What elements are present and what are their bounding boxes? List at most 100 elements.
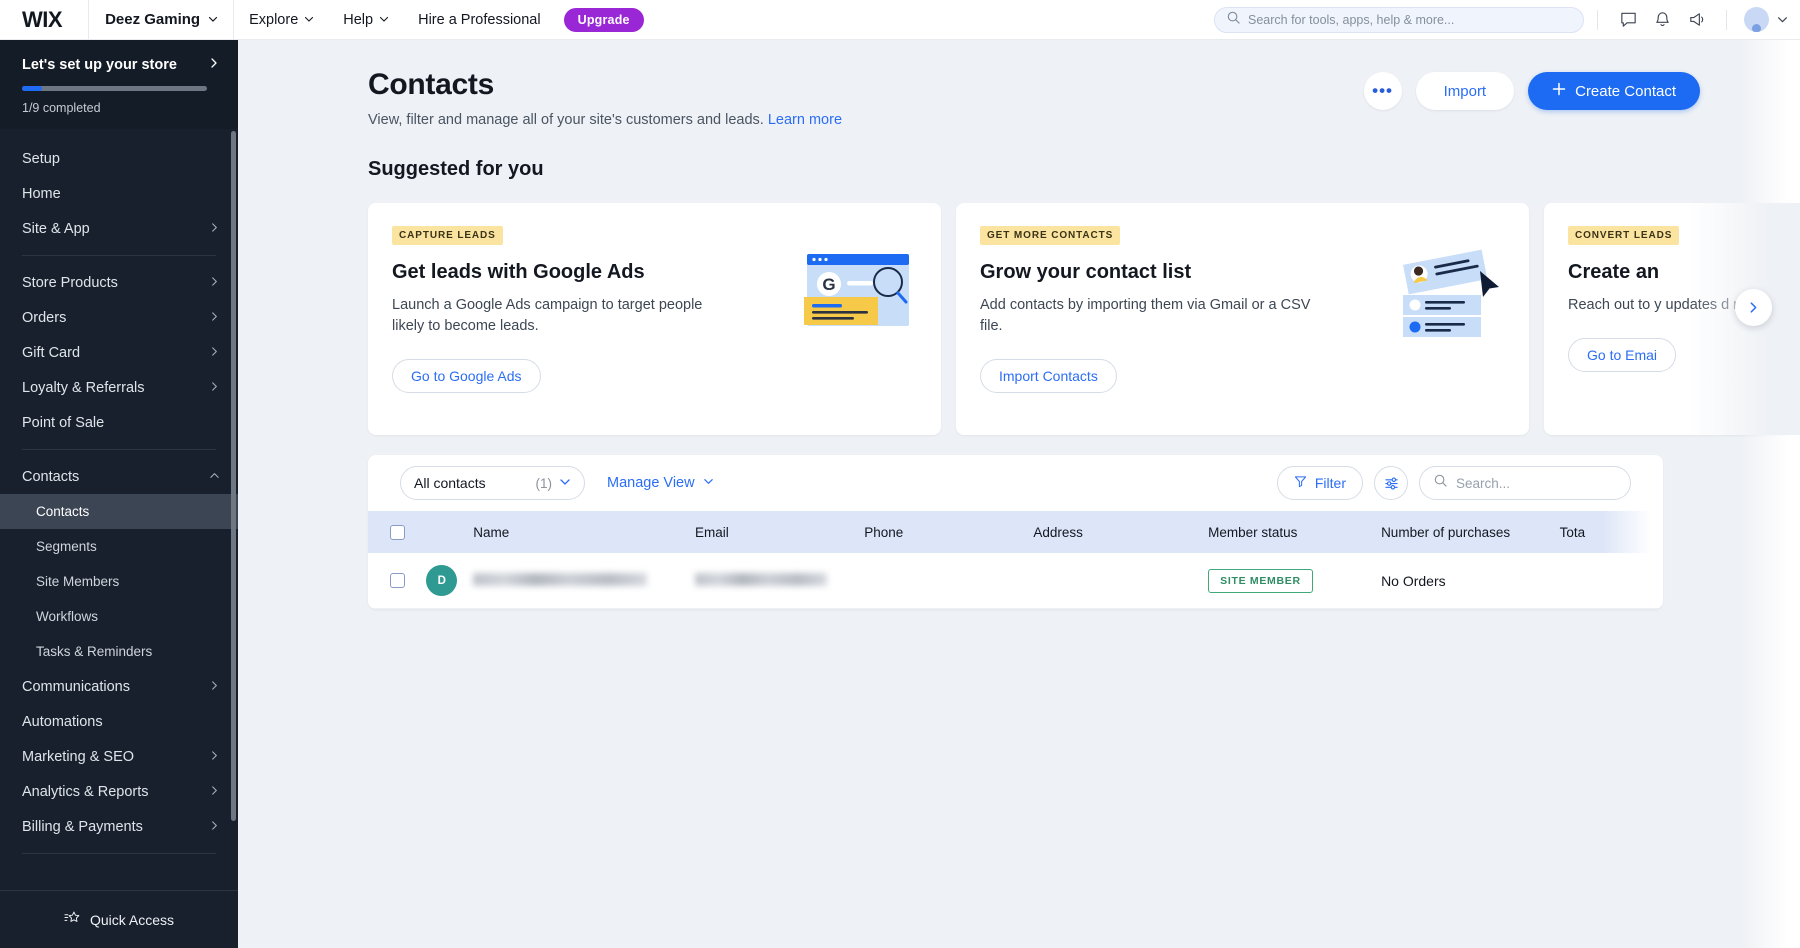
setup-progress-bar [22,86,207,91]
filter-button[interactable]: Filter [1277,466,1363,500]
carousel-next-button[interactable] [1735,289,1772,326]
chevron-down-icon [304,14,313,23]
column-header-phone[interactable]: Phone [864,525,1033,540]
go-to-google-ads-button[interactable]: Go to Google Ads [392,359,541,393]
quick-access-label: Quick Access [90,912,174,928]
sidebar-item-label: Gift Card [22,345,80,361]
chat-icon[interactable] [1611,3,1645,37]
bell-icon[interactable] [1645,3,1679,37]
nav-hire-professional-label: Hire a Professional [418,12,541,28]
sidebar-item-label: Workflows [36,609,98,624]
chevron-down-icon [559,475,571,491]
chevron-up-icon [209,469,220,485]
column-header-number-of-purchases[interactable]: Number of purchases [1381,525,1560,540]
nav-help[interactable]: Help [328,0,403,40]
view-selector-count: (1) [536,476,553,491]
import-contacts-button[interactable]: Import Contacts [980,359,1117,393]
page-title: Contacts [368,68,842,102]
sidebar-item-setup[interactable]: Setup [0,141,238,176]
divider [22,449,216,450]
sidebar-item-communications[interactable]: Communications [0,669,238,704]
sidebar-item-marketing-seo[interactable]: Marketing & SEO [0,739,238,774]
table-toolbar: All contacts (1) Manage View Filter [368,455,1663,511]
sidebar-item-tasks-reminders[interactable]: Tasks & Reminders [0,634,238,669]
wix-logo[interactable]: WIX [0,7,88,33]
chevron-right-icon [209,221,220,237]
sidebar-item-label: Site Members [36,574,119,589]
learn-more-link[interactable]: Learn more [768,112,842,128]
sidebar-item-loyalty-referrals[interactable]: Loyalty & Referrals [0,370,238,405]
chevron-right-icon [209,345,220,361]
suggestion-card-grow-contacts[interactable]: GET MORE CONTACTS Grow your contact list… [956,203,1529,435]
sidebar-item-label: Automations [22,714,103,730]
sidebar-item-site-members[interactable]: Site Members [0,564,238,599]
site-name: Deez Gaming [105,11,200,28]
sidebar-item-orders[interactable]: Orders [0,300,238,335]
sidebar-item-analytics-reports[interactable]: Analytics & Reports [0,774,238,809]
sidebar-item-contacts-contacts[interactable]: Contacts [0,494,238,529]
table-search-input[interactable] [1456,476,1616,491]
avatar[interactable] [1744,7,1769,32]
upgrade-button[interactable]: Upgrade [564,8,644,32]
search-icon [1227,11,1240,29]
sliders-icon[interactable] [1374,466,1408,500]
redacted-email [695,573,827,586]
nav-explore[interactable]: Explore [234,0,328,40]
card-description: Add contacts by importing them via Gmail… [980,295,1320,337]
column-header-email[interactable]: Email [695,525,864,540]
page-header-actions: ••• Import Create Contact [1364,68,1800,110]
top-bar: WIX Deez Gaming Explore Help Hire a Prof… [0,0,1800,40]
sidebar-item-site-app[interactable]: Site & App [0,211,238,246]
chevron-down-icon[interactable] [1777,14,1786,23]
view-selector[interactable]: All contacts (1) [400,466,585,500]
global-search[interactable] [1214,7,1584,33]
sidebar-item-workflows[interactable]: Workflows [0,599,238,634]
sidebar-item-billing-payments[interactable]: Billing & Payments [0,809,238,844]
column-header-address[interactable]: Address [1033,525,1208,540]
column-header-member-status[interactable]: Member status [1208,525,1381,540]
sidebar-item-gift-card[interactable]: Gift Card [0,335,238,370]
sidebar-item-label: Contacts [22,469,79,485]
global-search-input[interactable] [1248,13,1571,27]
chevron-right-icon[interactable] [208,56,220,74]
setup-panel[interactable]: Let's set up your store 1/9 completed [0,40,238,129]
manage-view-label: Manage View [607,475,695,491]
cell-name [473,573,695,589]
column-header-name[interactable]: Name [473,525,695,540]
setup-title: Let's set up your store [22,57,177,73]
sidebar-item-store-products[interactable]: Store Products [0,265,238,300]
google-ads-illustration: G [802,249,917,349]
select-all-checkbox[interactable] [368,525,426,540]
suggestion-card-google-ads[interactable]: CAPTURE LEADS Get leads with Google Ads … [368,203,941,435]
sidebar-item-label: Home [22,186,61,202]
quick-access-button[interactable]: Quick Access [0,890,238,948]
main-content: Contacts View, filter and manage all of … [238,40,1800,948]
go-to-email-button[interactable]: Go to Emai [1568,338,1676,372]
nav-hire-professional[interactable]: Hire a Professional [403,0,556,40]
sidebar-item-label: Tasks & Reminders [36,644,152,659]
sidebar-nav: Setup Home Site & App Store Products Ord… [0,129,238,947]
suggested-section-title: Suggested for you [368,158,1800,181]
row-checkbox[interactable] [368,573,426,588]
table-header-row: Name Email Phone Address Member status N… [368,511,1663,553]
sidebar-item-segments[interactable]: Segments [0,529,238,564]
table-row[interactable]: D SITE MEMBER No Orders [368,553,1663,609]
import-button[interactable]: Import [1416,72,1515,110]
divider [22,853,216,854]
table-search[interactable] [1419,466,1631,500]
more-options-button[interactable]: ••• [1364,72,1402,110]
sidebar-item-point-of-sale[interactable]: Point of Sale [0,405,238,440]
page-subtitle-text: View, filter and manage all of your site… [368,112,764,128]
megaphone-icon[interactable] [1679,3,1713,37]
sidebar-item-contacts[interactable]: Contacts [0,459,238,494]
svg-text:G: G [822,275,835,294]
sidebar-item-automations[interactable]: Automations [0,704,238,739]
site-switcher[interactable]: Deez Gaming [88,0,234,40]
table-header-fade [1603,511,1663,553]
sidebar-item-label: Analytics & Reports [22,784,149,800]
create-contact-button[interactable]: Create Contact [1528,72,1700,110]
sidebar-item-home[interactable]: Home [0,176,238,211]
contact-cards-illustration [1395,249,1505,349]
sidebar-scrollbar[interactable] [231,131,236,821]
manage-view-button[interactable]: Manage View [607,475,714,491]
